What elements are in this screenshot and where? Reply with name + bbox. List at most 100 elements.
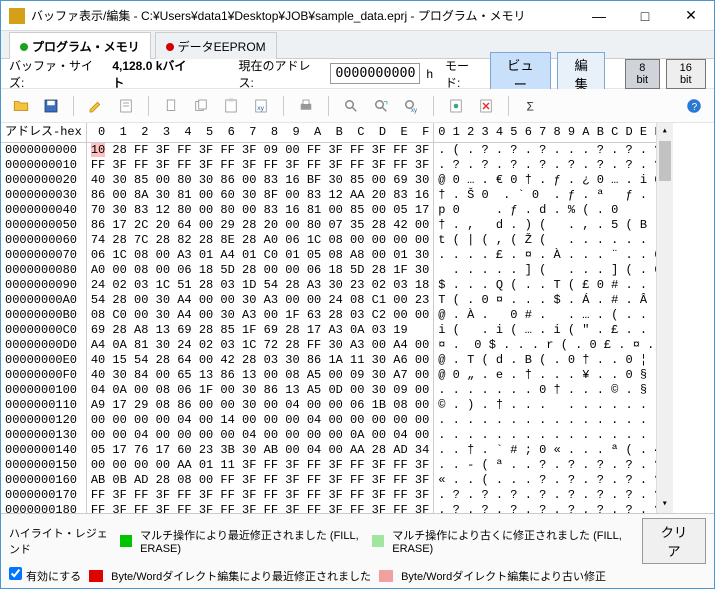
16bit-button[interactable]: 16 bit xyxy=(666,59,706,89)
hex-row[interactable]: 24 02 03 1C 51 28 03 1D 54 28 A3 30 23 0… xyxy=(91,278,429,293)
hex-row[interactable]: 40 15 54 28 64 00 42 28 03 30 86 1A 11 3… xyxy=(91,353,429,368)
scroll-thumb[interactable] xyxy=(659,141,671,181)
ascii-row: . . . . . . . . . . . . . . . . xyxy=(438,413,668,428)
hex-row[interactable]: AB 0B AD 28 08 00 FF 3F FF 3F FF 3F FF 3… xyxy=(91,473,429,488)
hex-row[interactable]: 04 0A 00 08 06 1F 00 30 86 13 A5 0D 00 3… xyxy=(91,383,429,398)
ascii-row: . ? . ? . ? . ? . ? . ? . ? . ? xyxy=(438,488,668,503)
tab-data-eeprom[interactable]: データEEPROM xyxy=(155,32,277,59)
hex-row[interactable]: 69 28 A8 13 69 28 85 1F 69 28 17 A3 0A 0… xyxy=(91,323,429,338)
address-cell[interactable]: 0000000070 xyxy=(5,248,82,263)
copy2-icon[interactable] xyxy=(189,94,213,118)
address-cell[interactable]: 0000000160 xyxy=(5,473,82,488)
address-cell[interactable]: 0000000050 xyxy=(5,218,82,233)
hex-row[interactable]: A0 00 08 00 06 18 5D 28 00 00 06 18 5D 2… xyxy=(91,263,429,278)
tab-dot-icon xyxy=(20,43,28,51)
search-icon[interactable] xyxy=(339,94,363,118)
tab-program-memory[interactable]: プログラム・メモリ xyxy=(9,32,151,59)
info-bar: バッファ・サイズ: 4,128.0 kバイト 現在のアドレス: h モード: ビ… xyxy=(1,59,714,89)
close-button[interactable]: ✕ xyxy=(668,1,714,30)
hex-row[interactable]: 06 1C 08 00 A3 01 A4 01 C0 01 05 08 A8 0… xyxy=(91,248,429,263)
hex-row[interactable]: 70 30 83 12 80 00 80 00 83 16 81 00 85 0… xyxy=(91,203,429,218)
hex-view: アドレス-hex 0000000000000000001000000000200… xyxy=(1,123,714,513)
save-icon[interactable] xyxy=(39,94,63,118)
address-cell[interactable]: 0000000150 xyxy=(5,458,82,473)
xy-icon[interactable]: xy xyxy=(249,94,273,118)
hex-row[interactable]: 00 00 04 00 00 00 00 04 00 00 00 00 0A 0… xyxy=(91,428,429,443)
address-cell[interactable]: 0000000090 xyxy=(5,278,82,293)
address-cell[interactable]: 0000000020 xyxy=(5,173,82,188)
address-cell[interactable]: 00000000C0 xyxy=(5,323,82,338)
minimize-button[interactable]: — xyxy=(576,1,622,30)
print-icon[interactable] xyxy=(294,94,318,118)
search-next-icon[interactable] xyxy=(369,94,393,118)
hex-row[interactable]: 08 C0 00 30 A4 00 30 A3 00 1F 63 28 03 C… xyxy=(91,308,429,323)
list-icon[interactable] xyxy=(114,94,138,118)
enable-checkbox[interactable]: 有効にする xyxy=(9,567,81,584)
hex-row[interactable]: 74 28 7C 28 82 28 8E 28 A0 06 1C 08 00 0… xyxy=(91,233,429,248)
address-cell[interactable]: 0000000080 xyxy=(5,263,82,278)
scrollbar[interactable]: ▴ ▾ xyxy=(656,123,673,513)
address-cell[interactable]: 0000000000 xyxy=(5,143,82,158)
address-cell[interactable]: 0000000180 xyxy=(5,503,82,513)
hex-row[interactable]: 40 30 84 00 65 13 86 13 00 08 A5 00 09 3… xyxy=(91,368,429,383)
legend: ハイライト・レジェンド マルチ操作により最近修正されました (FILL, ERA… xyxy=(1,513,714,588)
options1-icon[interactable] xyxy=(444,94,468,118)
address-cell[interactable]: 0000000120 xyxy=(5,413,82,428)
toolbar: xy xy Σ ? xyxy=(1,89,714,123)
address-cell[interactable]: 00000000F0 xyxy=(5,368,82,383)
address-cell[interactable]: 0000000060 xyxy=(5,233,82,248)
hex-row[interactable]: 10 28 FF 3F FF 3F FF 3F 09 00 FF 3F FF 3… xyxy=(91,143,429,158)
address-cell[interactable]: 00000000B0 xyxy=(5,308,82,323)
hex-row[interactable]: FF 3F FF 3F FF 3F FF 3F FF 3F FF 3F FF 3… xyxy=(91,488,429,503)
maximize-button[interactable]: □ xyxy=(622,1,668,30)
address-cell[interactable]: 0000000170 xyxy=(5,488,82,503)
svg-text:xy: xy xyxy=(257,104,264,111)
address-cell[interactable]: 0000000100 xyxy=(5,383,82,398)
scroll-down-icon[interactable]: ▾ xyxy=(657,496,673,513)
hex-row[interactable]: FF 3F FF 3F FF 3F FF 3F FF 3F FF 3F FF 3… xyxy=(91,158,429,173)
search-xy-icon[interactable]: xy xyxy=(399,94,423,118)
options2-icon[interactable] xyxy=(474,94,498,118)
legend-title: ハイライト・レジェンド xyxy=(9,525,112,557)
address-header: アドレス-hex xyxy=(1,123,86,143)
scroll-up-icon[interactable]: ▴ xyxy=(657,123,673,140)
copy-icon[interactable] xyxy=(159,94,183,118)
edit-icon[interactable] xyxy=(84,94,108,118)
address-cell[interactable]: 0000000140 xyxy=(5,443,82,458)
swatch-lightred xyxy=(379,570,393,582)
help-icon[interactable]: ? xyxy=(682,94,706,118)
address-cell[interactable]: 0000000110 xyxy=(5,398,82,413)
address-cell[interactable]: 0000000010 xyxy=(5,158,82,173)
open-icon[interactable] xyxy=(9,94,33,118)
paste-icon[interactable] xyxy=(219,94,243,118)
hex-row[interactable]: 00 00 00 00 AA 01 11 3F FF 3F FF 3F FF 3… xyxy=(91,458,429,473)
hex-row[interactable]: A9 17 29 08 86 00 00 30 00 04 00 00 06 1… xyxy=(91,398,429,413)
address-suffix: h xyxy=(426,67,433,81)
hex-row[interactable]: A4 0A 81 30 24 02 03 1C 72 28 FF 30 A3 0… xyxy=(91,338,429,353)
svg-text:Σ: Σ xyxy=(527,99,534,113)
address-cell[interactable]: 0000000040 xyxy=(5,203,82,218)
clear-button[interactable]: クリア xyxy=(642,518,706,564)
hex-row[interactable]: 05 17 76 17 60 23 3B 30 AB 00 04 00 AA 2… xyxy=(91,443,429,458)
hex-list[interactable]: 10 28 FF 3F FF 3F FF 3F 09 00 FF 3F FF 3… xyxy=(87,143,433,513)
hex-row[interactable]: 86 17 2C 20 64 00 29 28 20 00 80 07 35 2… xyxy=(91,218,429,233)
ascii-header: 0 1 2 3 4 5 6 7 8 9 A B C D E F xyxy=(434,123,672,143)
sigma-icon[interactable]: Σ xyxy=(519,94,543,118)
address-input[interactable] xyxy=(330,63,420,84)
8bit-button[interactable]: 8 bit xyxy=(625,59,659,89)
hex-row[interactable]: 86 00 8A 30 81 00 60 30 8F 00 83 12 AA 2… xyxy=(91,188,429,203)
address-cell[interactable]: 00000000D0 xyxy=(5,338,82,353)
ascii-row: T ( . 0 ¤ . . . $ . Á . # . Â . xyxy=(438,293,668,308)
ascii-row: . ? . ? . ? . ? . ? . ? . ? . ? xyxy=(438,503,668,513)
ascii-row: . . † . ` # ; 0 « . . . ª ( . 4 xyxy=(438,443,668,458)
address-cell[interactable]: 00000000E0 xyxy=(5,353,82,368)
app-icon xyxy=(9,8,25,24)
hex-row[interactable]: 00 00 00 00 04 00 14 00 00 00 04 00 00 0… xyxy=(91,413,429,428)
hex-row[interactable]: FF 3F FF 3F FF 3F FF 3F FF 3F FF 3F FF 3… xyxy=(91,503,429,513)
hex-header[interactable]: 0 1 2 3 4 5 6 7 8 9 A B C D E F xyxy=(87,123,433,143)
hex-row[interactable]: 54 28 00 30 A4 00 00 30 A3 00 00 24 08 C… xyxy=(91,293,429,308)
hex-row[interactable]: 40 30 85 00 80 30 86 00 83 16 BF 30 85 0… xyxy=(91,173,429,188)
address-cell[interactable]: 0000000030 xyxy=(5,188,82,203)
address-cell[interactable]: 0000000130 xyxy=(5,428,82,443)
address-cell[interactable]: 00000000A0 xyxy=(5,293,82,308)
